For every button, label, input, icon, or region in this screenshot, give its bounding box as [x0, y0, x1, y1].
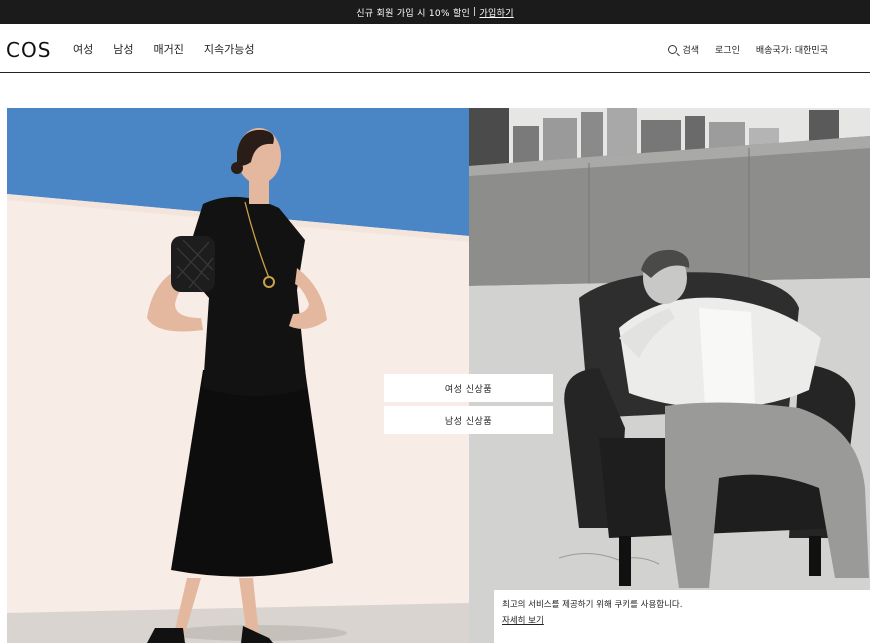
women-new-arrivals-button[interactable]: 여성 신상품: [384, 374, 553, 402]
cookie-details-link[interactable]: 자세히 보기: [502, 616, 544, 626]
site-header: COS 여성 남성 매거진 지속가능성 검색 로그인 배송국가: 대한민국: [0, 24, 870, 73]
cookie-message: 최고의 서비스를 제공하기 위해 쿠키를 사용합니다.: [502, 600, 683, 610]
nav-sustainability[interactable]: 지속가능성: [204, 41, 255, 57]
login-link[interactable]: 로그인: [715, 43, 740, 56]
promo-text: 신규 회원 가입 시 10% 할인: [356, 8, 471, 19]
promo-separator: |: [473, 7, 477, 17]
nav-magazine[interactable]: 매거진: [154, 41, 184, 57]
shipping-country-selector[interactable]: 배송국가: 대한민국: [756, 43, 828, 56]
main-nav: 여성 남성 매거진 지속가능성: [73, 41, 254, 57]
men-new-arrivals-button[interactable]: 남성 신상품: [384, 406, 553, 434]
cos-logo[interactable]: COS: [6, 38, 51, 62]
utility-nav: 검색 로그인 배송국가: 대한민국: [668, 43, 828, 56]
search-button[interactable]: 검색: [668, 43, 699, 56]
nav-women[interactable]: 여성: [73, 41, 93, 57]
search-icon: [668, 45, 678, 54]
signup-link[interactable]: 가입하기: [479, 6, 513, 19]
search-label: 검색: [682, 46, 700, 56]
nav-men[interactable]: 남성: [113, 41, 133, 57]
promo-bar: 신규 회원 가입 시 10% 할인 | 가입하기: [0, 0, 870, 24]
cookie-notice: 최고의 서비스를 제공하기 위해 쿠키를 사용합니다. 자세히 보기: [494, 590, 870, 643]
